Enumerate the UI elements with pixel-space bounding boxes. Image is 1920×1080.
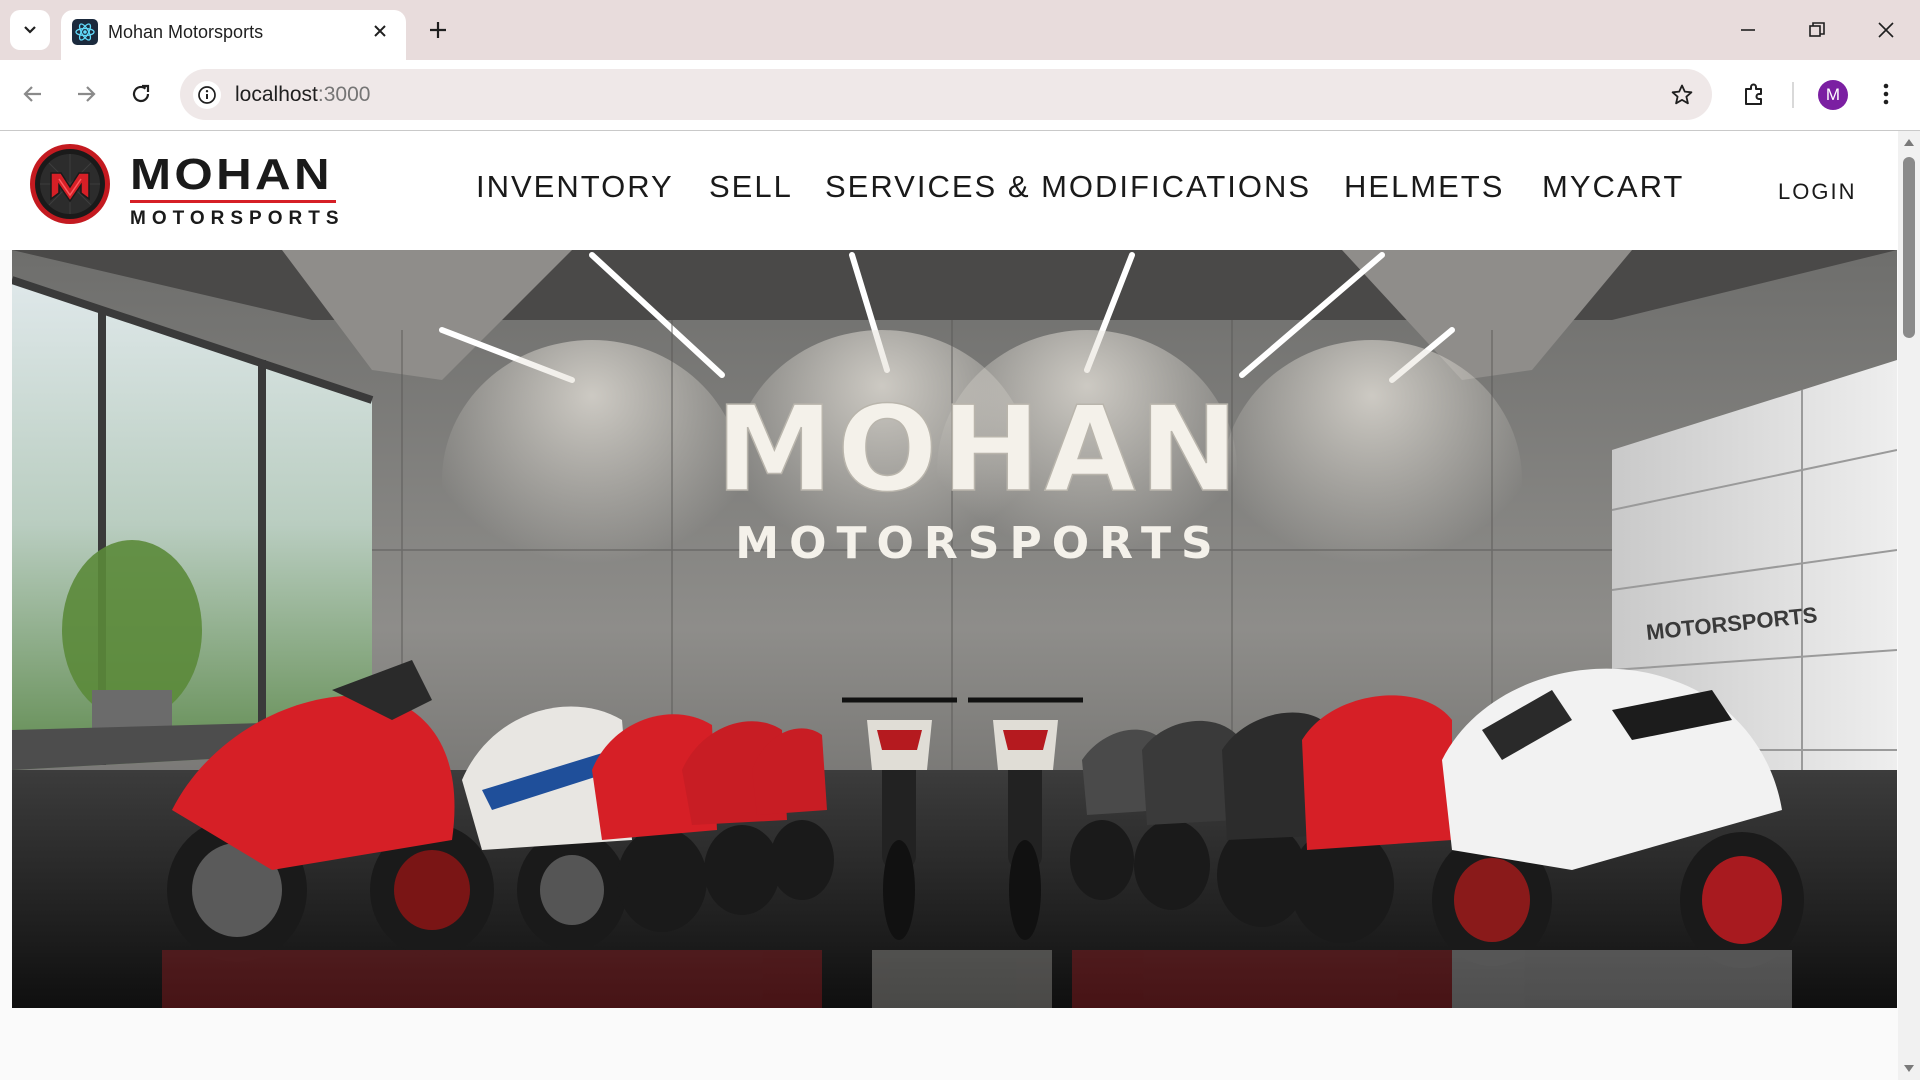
star-icon	[1671, 84, 1693, 105]
login-link[interactable]: LOGIN	[1778, 179, 1856, 205]
tab-search-button[interactable]	[10, 10, 50, 50]
minimize-icon	[1741, 29, 1755, 31]
bookmark-button[interactable]	[1668, 81, 1696, 109]
kebab-menu-icon	[1883, 83, 1889, 105]
url-port: :3000	[317, 83, 371, 106]
minimize-button[interactable]	[1726, 8, 1770, 52]
page-viewport: MOHAN MOTORSPORTS INVENTORY SELL SERVICE…	[0, 131, 1898, 1080]
site-header: MOHAN MOTORSPORTS INVENTORY SELL SERVICE…	[0, 131, 1898, 250]
browser-toolbar: localhost:3000 M	[0, 60, 1920, 131]
hero-title: MOHAN	[716, 380, 1243, 518]
url-text: localhost:3000	[235, 82, 370, 108]
extensions-button[interactable]	[1732, 72, 1776, 116]
forward-arrow-icon	[78, 86, 96, 102]
hero-showroom-image: MOTORSPORTS MOHAN MOTORSPORTS	[12, 250, 1897, 1008]
showroom-illustration: MOTORSPORTS MOHAN MOTORSPORTS	[12, 250, 1897, 1008]
nav-link-mycart[interactable]: MYCART	[1542, 169, 1684, 205]
reload-icon	[132, 84, 150, 103]
nav-link-inventory[interactable]: INVENTORY	[476, 169, 674, 205]
tab-title: Mohan Motorsports	[108, 22, 264, 42]
scroll-up-arrow-icon[interactable]	[1904, 139, 1914, 146]
restore-button[interactable]	[1795, 8, 1839, 52]
scrollbar-thumb[interactable]	[1903, 157, 1915, 338]
active-tab[interactable]: Mohan Motorsports	[61, 10, 406, 60]
toolbar-divider	[1792, 82, 1794, 108]
window-close-icon	[1878, 22, 1894, 38]
scroll-down-arrow-icon[interactable]	[1904, 1065, 1914, 1072]
browser-tab-strip: Mohan Motorsports	[0, 0, 1920, 60]
extensions-icon	[1745, 83, 1762, 105]
logo-emblem-icon[interactable]	[29, 143, 111, 225]
forward-button[interactable]	[64, 72, 108, 116]
page-scrollbar[interactable]	[1898, 131, 1920, 1080]
site-info-icon	[198, 86, 216, 104]
logo-underline	[130, 200, 336, 203]
logo-main-text: MOHAN	[130, 150, 333, 199]
window-close-button[interactable]	[1864, 8, 1908, 52]
nav-link-sell[interactable]: SELL	[709, 169, 793, 205]
hero-subtitle: MOTORSPORTS	[735, 518, 1222, 569]
address-bar[interactable]: localhost:3000	[180, 69, 1712, 120]
restore-icon	[1809, 22, 1825, 37]
logo-sub-text: MOTORSPORTS	[130, 208, 345, 229]
new-tab-button[interactable]	[420, 12, 456, 48]
tab-close-button[interactable]	[368, 19, 392, 43]
tab-search-icon	[24, 26, 36, 34]
plus-icon	[430, 22, 446, 38]
url-host: localhost	[235, 83, 318, 106]
floor-reflections	[162, 950, 1792, 1008]
browser-menu-button[interactable]	[1864, 72, 1908, 116]
react-favicon-icon	[72, 19, 98, 45]
site-logo[interactable]: MOHAN MOTORSPORTS	[130, 153, 345, 230]
nav-link-services[interactable]: SERVICES & MODIFICATIONS	[825, 169, 1311, 205]
close-icon	[374, 25, 386, 37]
profile-avatar[interactable]: M	[1818, 80, 1848, 110]
back-arrow-icon	[23, 86, 41, 102]
nav-link-helmets[interactable]: HELMETS	[1344, 169, 1504, 205]
back-button[interactable]	[11, 72, 55, 116]
site-info-button[interactable]	[193, 81, 221, 109]
reload-button[interactable]	[119, 72, 163, 116]
